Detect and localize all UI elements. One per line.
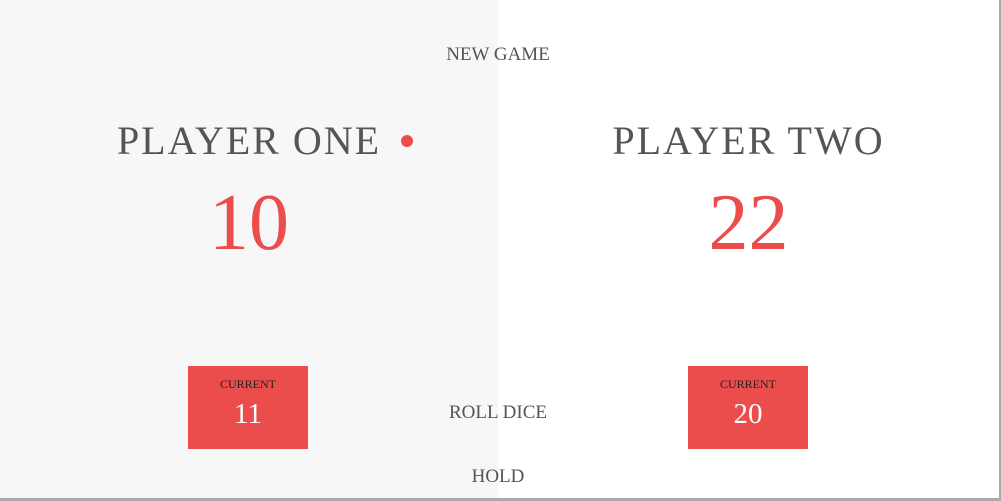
roll-dice-button[interactable]: ROLL DICE	[398, 402, 598, 424]
player-two-current-score: 20	[733, 398, 763, 430]
game-board: PLAYER ONE 10 CURRENT 11 PLAYER TWO 22 C…	[0, 0, 1001, 501]
player-one-current-box: CURRENT 11	[188, 366, 308, 449]
player-one-score: 10	[209, 179, 289, 267]
active-player-dot-icon	[401, 135, 414, 147]
player-two-score: 22	[708, 179, 789, 267]
player-two-current-label: CURRENT	[719, 377, 776, 391]
player-one-name-heading: PLAYER ONE	[0, 118, 498, 164]
new-game-button[interactable]: NEW GAME	[398, 44, 598, 66]
player-two-name-heading: PLAYER TWO	[498, 118, 999, 164]
player-one-name: PLAYER ONE	[116, 118, 382, 163]
player-two-name: PLAYER TWO	[612, 118, 885, 163]
player-two-name-wrap: PLAYER TWO	[612, 118, 884, 164]
player-one-current-score: 11	[234, 398, 262, 430]
hold-button[interactable]: HOLD	[398, 466, 598, 488]
player-two-current-box: CURRENT 20	[688, 366, 808, 449]
player-one-current-label: CURRENT	[219, 377, 276, 391]
player-one-name-wrap: PLAYER ONE	[116, 118, 414, 164]
